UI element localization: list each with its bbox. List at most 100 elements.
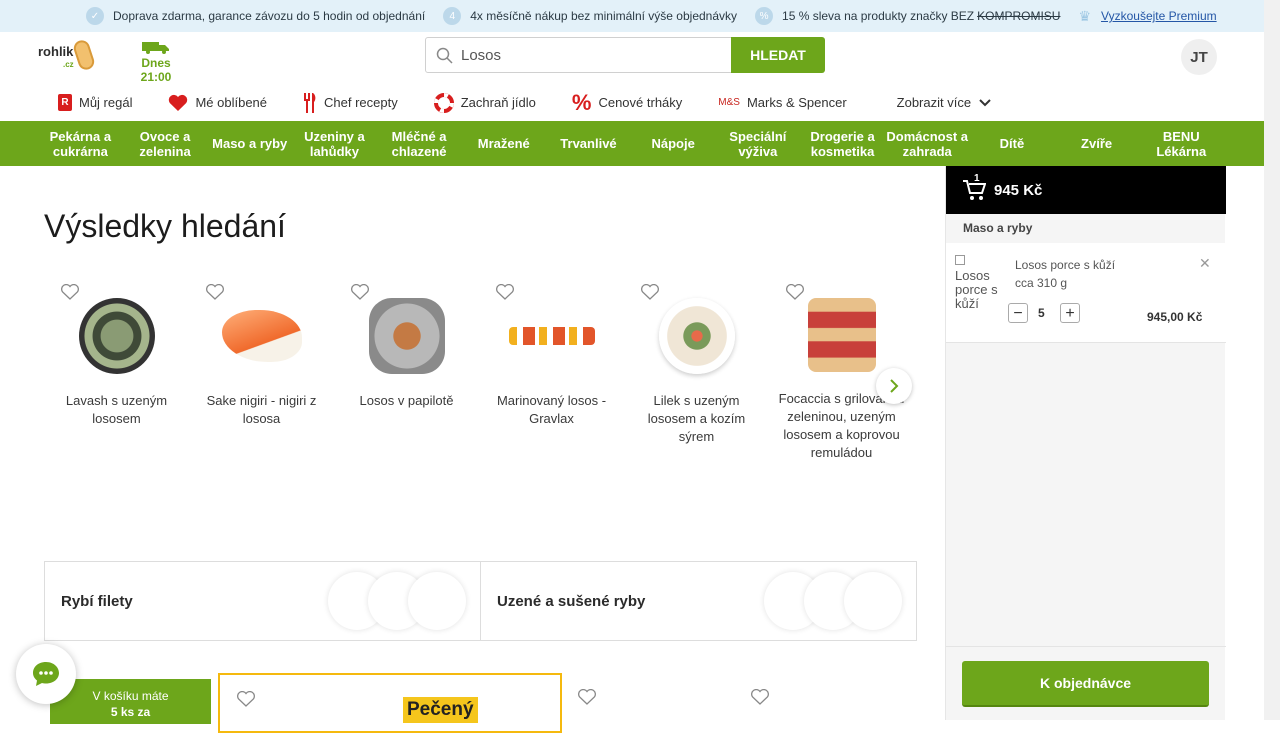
category-drugstore[interactable]: Drogerie a kosmetika: [800, 121, 885, 166]
checkout-button[interactable]: K objednávce: [962, 661, 1209, 707]
search-input[interactable]: [461, 46, 711, 64]
category-pantry[interactable]: Trvanlivé: [546, 121, 631, 166]
promo-item-premium[interactable]: ♛ Vyzkoušejte Premium: [1078, 8, 1216, 25]
rohlik-logo[interactable]: rohlik .cz: [38, 38, 97, 72]
cart-item-name[interactable]: Losos porce s kůží cca 310 g: [1015, 256, 1125, 292]
quicknav-chef-recipes[interactable]: Chef recepty: [303, 92, 398, 113]
product-name[interactable]: Lilek s uzeným lososem a kozím sýrem: [624, 392, 769, 446]
category-pet[interactable]: Zvíře: [1054, 121, 1139, 166]
cart-count: 1: [974, 173, 980, 184]
subcategory-image: [844, 572, 902, 630]
search-icon: [436, 47, 453, 64]
basket-icon: 4: [443, 7, 462, 25]
ms-logo-icon: M&S: [718, 97, 740, 108]
product-badge: Pečený: [403, 697, 478, 723]
cart-item: Losos porce s kůží Losos porce s kůží cc…: [946, 243, 1226, 343]
search-button[interactable]: HLEDAT: [731, 37, 825, 73]
product-image: [807, 298, 876, 372]
cart-item-price: 945,00 Kč: [1147, 310, 1203, 324]
heart-outline-icon[interactable]: [237, 691, 255, 707]
promo-bar: ✓ Doprava zdarma, garance závozu do 5 hod…: [0, 0, 1264, 32]
page-scrollbar[interactable]: [1264, 0, 1280, 720]
category-child[interactable]: Dítě: [970, 121, 1055, 166]
product-image: [221, 310, 302, 362]
search-box[interactable]: [425, 37, 732, 73]
heart-outline-icon[interactable]: [786, 284, 804, 300]
category-bar: Pekárna a cukrárna Ovoce a zelenina Maso…: [0, 121, 1264, 166]
category-meat-fish[interactable]: Maso a ryby: [207, 121, 292, 166]
cart-section-title: Maso a ryby: [963, 221, 1033, 235]
cart-header[interactable]: 1 945 Kč: [946, 166, 1226, 214]
category-drinks[interactable]: Nápoje: [631, 121, 716, 166]
cutlery-icon: [303, 92, 317, 113]
heart-outline-icon[interactable]: [751, 689, 769, 705]
promo-item-discount: % 15 % sleva na produkty značky BEZ KOMPRO…: [755, 7, 1060, 25]
truck-icon: [142, 42, 169, 54]
quicknav-favorites[interactable]: Mé oblíbené: [168, 94, 267, 112]
product-image: [78, 298, 155, 374]
quicknav-save-food[interactable]: Zachraň jídlo: [433, 92, 536, 113]
discount-basket-icon: %: [755, 7, 774, 25]
delivery-slot[interactable]: Dnes 21:00: [125, 40, 187, 84]
quick-nav: R Můj regál Mé oblíbené Chef recepty Zach…: [0, 84, 1264, 121]
product-name[interactable]: Marinovaný losos - Gravlax: [479, 392, 624, 428]
category-special-nutrition[interactable]: Speciální výživa: [716, 121, 801, 166]
cart-sidebar: 1 945 Kč Maso a ryby Losos porce s kůží …: [945, 166, 1226, 720]
chat-button[interactable]: [16, 644, 76, 704]
lifebuoy-icon: [433, 92, 454, 113]
category-deli[interactable]: Uzeniny a lahůdky: [292, 121, 377, 166]
percent-icon: %: [571, 89, 592, 115]
product-name[interactable]: Lavash s uzeným lososem: [44, 392, 189, 428]
category-bakery[interactable]: Pekárna a cukrárna: [38, 121, 123, 166]
quantity-value: 5: [1038, 306, 1045, 320]
product-card[interactable]: Sake nigiri - nigiri z lososa: [189, 280, 334, 428]
heart-outline-icon[interactable]: [206, 284, 224, 300]
premium-link[interactable]: Vyzkoušejte Premium: [1101, 9, 1217, 23]
chat-bubble-icon: [33, 662, 59, 686]
category-pharmacy[interactable]: BENU Lékárna: [1139, 121, 1224, 166]
chevron-right-icon: [890, 379, 899, 393]
divider: [946, 646, 1226, 647]
product-card[interactable]: Lavash s uzeným lososem: [44, 280, 189, 428]
cart-item-image: Losos porce s kůží: [955, 255, 999, 311]
carousel-next-button[interactable]: [876, 368, 912, 404]
croissant-icon: [71, 38, 97, 72]
quantity-decrease-button[interactable]: −: [1008, 303, 1028, 323]
product-card[interactable]: Losos v papilotě: [334, 280, 479, 410]
quicknav-show-more[interactable]: Zobrazit více: [897, 95, 991, 110]
quicknav-price-deals[interactable]: % Cenové trháky: [572, 90, 682, 116]
promo-item-monthly: 4 4x měsíčně nákup bez minimální výše obj…: [443, 7, 737, 25]
product-name[interactable]: Losos v papilotě: [334, 392, 479, 410]
category-fruit-veg[interactable]: Ovoce a zelenina: [123, 121, 208, 166]
product-card-highlighted[interactable]: Pečený: [218, 673, 562, 733]
promo-item-delivery: ✓ Doprava zdarma, garance závozu do 5 hod…: [86, 7, 425, 25]
product-card[interactable]: Lilek s uzeným lososem a kozím sýrem: [624, 280, 769, 446]
subcategory-image: [408, 572, 466, 630]
product-name[interactable]: Sake nigiri - nigiri z lososa: [189, 392, 334, 428]
heart-outline-icon[interactable]: [578, 689, 596, 705]
heart-outline-icon[interactable]: [641, 284, 659, 300]
delivery-clock-icon: ✓: [86, 7, 104, 25]
quicknav-marks-spencer[interactable]: M&S Marks & Spencer: [718, 95, 846, 110]
crown-icon: ♛: [1078, 7, 1092, 24]
heart-outline-icon[interactable]: [496, 284, 514, 300]
heart-outline-icon[interactable]: [351, 284, 369, 300]
product-image: [508, 327, 595, 345]
product-card[interactable]: Marinovaný losos - Gravlax: [479, 280, 624, 428]
quicknav-my-shelf[interactable]: R Můj regál: [58, 94, 132, 111]
product-carousel: Lavash s uzeným lososem Sake nigiri - ni…: [44, 280, 916, 510]
shelf-icon: R: [58, 94, 72, 111]
subcategory-smoked-fish[interactable]: Uzené a sušené ryby: [481, 562, 916, 640]
page-title: Výsledky hledání: [44, 208, 286, 244]
subcategory-fish-fillets[interactable]: Rybí filety: [45, 562, 481, 640]
chevron-down-icon: [979, 98, 991, 106]
remove-item-icon[interactable]: ✕: [1199, 255, 1211, 272]
user-avatar[interactable]: JT: [1181, 39, 1217, 75]
category-dairy[interactable]: Mléčné a chlazené: [377, 121, 462, 166]
heart-outline-icon[interactable]: [61, 284, 79, 300]
broken-image-icon: [955, 255, 965, 265]
category-home-garden[interactable]: Domácnost a zahrada: [885, 121, 970, 166]
category-frozen[interactable]: Mražené: [461, 121, 546, 166]
quantity-increase-button[interactable]: +: [1060, 303, 1080, 323]
header: rohlik.cz Dnes 21:00 HLEDAT JT: [0, 32, 1264, 84]
